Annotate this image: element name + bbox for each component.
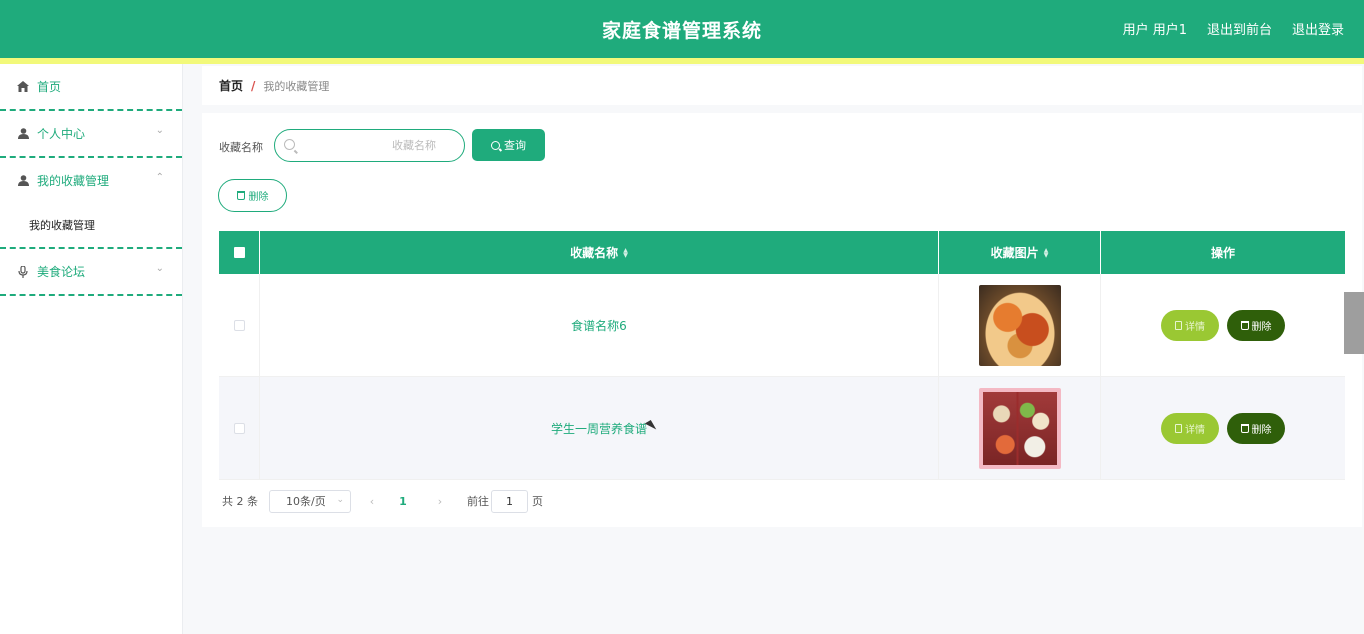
search-icon xyxy=(491,140,500,150)
row-checkbox-cell xyxy=(219,377,260,479)
favorite-name: 食谱名称6 xyxy=(571,318,627,333)
search-label: 收藏名称 xyxy=(219,141,263,154)
chevron-down-icon: ⌄ xyxy=(336,494,344,505)
select-all-checkbox[interactable] xyxy=(233,247,245,258)
delete-button-label: 删除 xyxy=(1251,424,1272,436)
chevron-down-icon: ⌄ xyxy=(155,263,164,274)
detail-button[interactable]: 详情 xyxy=(1161,309,1219,341)
sidebar-item-label: 我的收藏管理 xyxy=(37,174,110,188)
select-all-cell xyxy=(219,231,260,274)
column-header-image[interactable]: 收藏图片 ▲ ▼ xyxy=(939,231,1101,274)
row-checkbox-cell xyxy=(219,274,260,376)
goto-page-input[interactable] xyxy=(491,489,528,513)
query-button[interactable]: 查询 xyxy=(472,129,545,161)
pagination-total: 共 2 条 xyxy=(222,495,258,508)
sidebar-subitem-favorites[interactable]: 我的收藏管理 xyxy=(0,203,182,247)
delete-button[interactable]: 删除 xyxy=(1227,309,1285,341)
vertical-scrollbar-thumb[interactable] xyxy=(1344,292,1364,354)
sidebar-item-label: 首页 xyxy=(37,80,62,94)
row-checkbox[interactable] xyxy=(233,319,245,331)
column-header-label: 收藏图片 xyxy=(990,246,1039,260)
header-actions: 用户 用户1 退出到前台 退出登录 xyxy=(1123,19,1344,38)
sidebar-item-forum[interactable]: 美食论坛 ⌄ xyxy=(0,249,182,296)
query-button-label: 查询 xyxy=(504,139,526,152)
search-input[interactable] xyxy=(301,130,461,161)
breadcrumb-separator: / xyxy=(251,78,256,93)
microphone-icon xyxy=(17,265,29,278)
actions-cell: 详情 删除 xyxy=(1101,274,1345,376)
delete-button[interactable]: 删除 xyxy=(1227,412,1285,444)
document-icon xyxy=(1175,423,1182,433)
bento-photo xyxy=(978,387,1061,469)
breadcrumb-current: 我的收藏管理 xyxy=(263,79,330,93)
user-label[interactable]: 用户 用户1 xyxy=(1123,19,1187,38)
sidebar-item-favorites[interactable]: 我的收藏管理 ⌃ xyxy=(0,158,182,203)
top-header: 家庭食谱管理系统 用户 用户1 退出到前台 退出登录 xyxy=(0,0,1364,58)
image-cell xyxy=(939,377,1101,479)
column-header-label: 操作 xyxy=(1210,246,1235,260)
home-icon xyxy=(17,81,29,93)
trash-icon xyxy=(1240,320,1249,330)
table-header: 收藏名称 ▲ ▼ 收藏图片 ▲ ▼ 操作 xyxy=(219,231,1345,274)
sidebar: 首页 个人中心 ⌄ 我的收藏管理 ⌃ 我的收藏管理 美食论坛 ⌄ xyxy=(0,64,183,634)
sidebar-item-personal-center[interactable]: 个人中心 ⌄ xyxy=(0,111,182,158)
pagination: 共 2 条 10条/页 ⌄ ‹ 1 › 前往 页 xyxy=(222,489,543,513)
detail-button-label: 详情 xyxy=(1185,321,1205,333)
page-size-value: 10条/页 xyxy=(286,495,326,508)
table-row: 食谱名称6 详情 删除 xyxy=(219,274,1345,377)
logout-link[interactable]: 退出登录 xyxy=(1292,19,1344,38)
chevron-down-icon: ⌄ xyxy=(155,125,164,136)
user-icon xyxy=(17,175,29,187)
image-cell xyxy=(939,274,1101,376)
column-header-name[interactable]: 收藏名称 ▲ ▼ xyxy=(260,231,939,274)
detail-button[interactable]: 详情 xyxy=(1161,412,1219,444)
column-header-actions: 操作 xyxy=(1101,231,1345,274)
user-icon xyxy=(17,128,29,140)
favorite-name: 学生一周营养食谱 xyxy=(550,421,647,436)
sort-icon[interactable]: ▲ ▼ xyxy=(1044,247,1049,258)
sidebar-item-label: 美食论坛 xyxy=(37,265,86,279)
prev-page-button[interactable]: ‹ xyxy=(357,495,387,508)
sidebar-group-favorites: 我的收藏管理 ⌃ 我的收藏管理 xyxy=(0,158,182,249)
search-box xyxy=(274,129,465,162)
table-row: 学生一周营养食谱 详情 删除 xyxy=(219,377,1345,480)
main-content: 收藏名称 查询 删除 收藏名称 ▲▼ 收藏图片 ▲▼ 操作 xyxy=(202,113,1362,527)
dish-photo xyxy=(978,284,1061,366)
sidebar-item-label: 个人中心 xyxy=(37,127,86,141)
goto-label: 前往 xyxy=(467,495,489,508)
back-to-front-link[interactable]: 退出到前台 xyxy=(1207,19,1272,38)
chevron-up-icon: ⌃ xyxy=(155,172,164,183)
actions-cell: 详情 删除 xyxy=(1101,377,1345,479)
detail-button-label: 详情 xyxy=(1185,424,1205,436)
document-icon xyxy=(1175,320,1182,330)
header-accent-strip xyxy=(0,58,1364,64)
page-number[interactable]: 1 xyxy=(387,495,419,508)
name-cell: 食谱名称6 xyxy=(260,274,939,376)
sidebar-item-home[interactable]: 首页 xyxy=(0,64,182,111)
delete-button-label: 删除 xyxy=(248,192,269,203)
column-header-label: 收藏名称 xyxy=(570,246,619,260)
name-cell: 学生一周营养食谱 xyxy=(260,377,939,479)
trash-icon xyxy=(1240,423,1249,433)
page-suffix: 页 xyxy=(532,495,543,508)
breadcrumb: 首页 / 我的收藏管理 xyxy=(202,66,1362,105)
next-page-button[interactable]: › xyxy=(425,495,455,508)
breadcrumb-home[interactable]: 首页 xyxy=(219,77,243,94)
delete-button-label: 删除 xyxy=(1251,321,1272,333)
trash-icon xyxy=(236,191,245,200)
sort-icon[interactable]: ▲ ▼ xyxy=(623,247,628,258)
batch-delete-button[interactable]: 删除 xyxy=(218,179,287,212)
favorites-table: 收藏名称 ▲ ▼ 收藏图片 ▲ ▼ 操作 食谱名称6 详情 删除 学生一周营养食… xyxy=(219,231,1345,480)
row-checkbox[interactable] xyxy=(233,422,245,434)
search-icon xyxy=(284,139,295,150)
page-size-select[interactable]: 10条/页 ⌄ xyxy=(269,489,351,513)
